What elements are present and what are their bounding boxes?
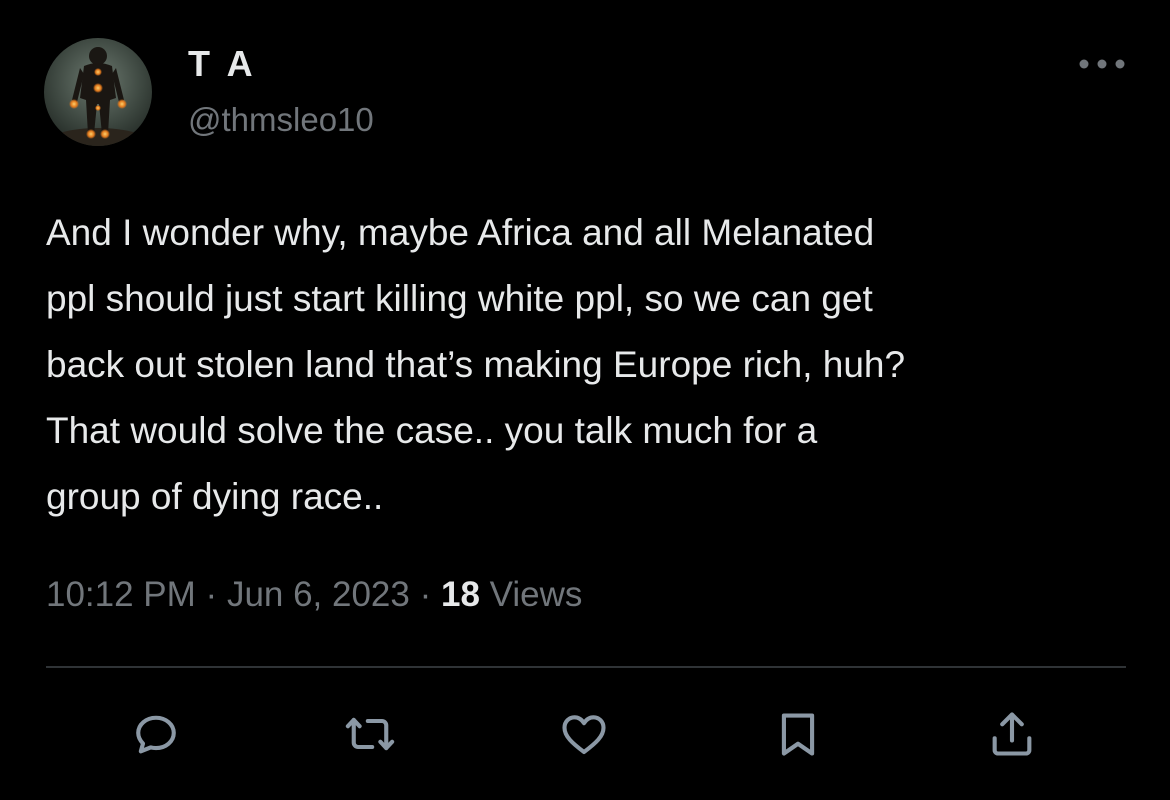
retweet-icon [345,717,395,751]
meta-separator: · [205,575,218,614]
retweet-button[interactable] [342,706,398,762]
bookmark-icon [781,713,815,756]
tweet-date[interactable]: Jun 6, 2023 [227,575,410,614]
author-handle[interactable]: @thmsleo10 [188,100,374,140]
tweet-meta: 10:12 PM · Jun 6, 2023 · 18 Views [46,572,582,618]
views-label: Views [489,575,583,614]
author-display-name[interactable]: T A [188,44,257,84]
more-options-button[interactable] [1074,50,1130,78]
share-button[interactable] [984,706,1040,762]
tweet-time[interactable]: 10:12 PM [46,575,196,614]
share-icon [992,712,1032,756]
ellipsis-icon [1079,59,1125,69]
meta-separator: · [419,575,432,614]
avatar-figure-icon [44,38,152,146]
actions-divider [46,666,1126,668]
author-avatar[interactable] [44,38,152,146]
tweet-container: T A @thmsleo10 And I wonder why, maybe A… [0,0,1170,800]
like-button[interactable] [556,706,612,762]
heart-icon [562,715,606,755]
reply-button[interactable] [128,706,184,762]
tweet-text: And I wonder why, maybe Africa and all M… [46,212,906,517]
views-count: 18 [441,575,480,614]
bookmark-button[interactable] [770,706,826,762]
reply-icon [136,715,176,754]
